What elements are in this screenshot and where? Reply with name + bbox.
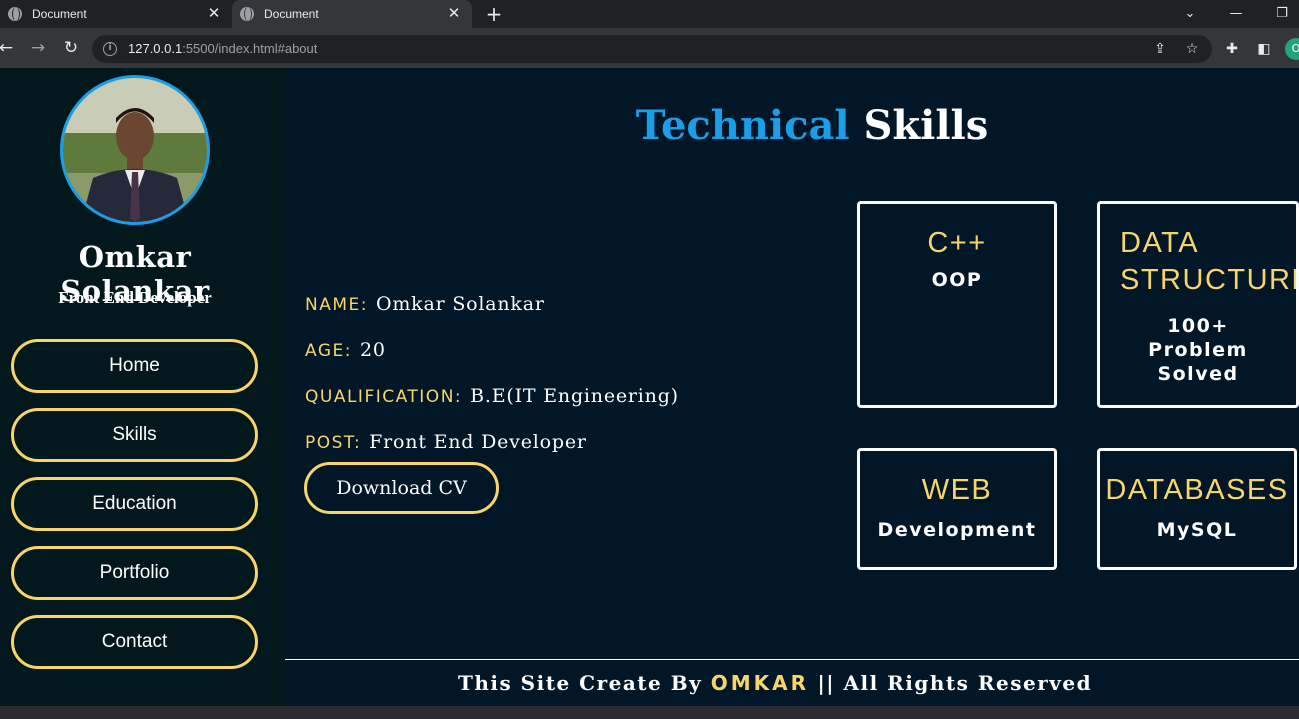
skill-subtitle: OOP — [931, 269, 983, 291]
back-icon[interactable]: ← — [0, 38, 16, 58]
section-heading: Technical Skills — [285, 102, 1299, 149]
heading-rest: Skills — [863, 102, 989, 149]
skill-subtitle: 100+ — [1167, 315, 1229, 337]
skill-title: STRUCTURES — [1120, 264, 1296, 296]
skill-title: C++ — [927, 227, 987, 259]
site-info-icon[interactable]: i — [103, 42, 117, 56]
bottom-bar — [0, 706, 1299, 719]
profile-role: Front End Developer — [58, 288, 212, 307]
tab-title: Document — [32, 7, 87, 21]
skill-title: DATA — [1120, 227, 1200, 259]
globe-icon — [8, 7, 22, 21]
nav-education-button[interactable]: Education — [11, 477, 258, 531]
info-row-qualification: QUALIFICATION: B.E(IT Engineering) — [305, 385, 679, 407]
new-tab-button[interactable]: + — [484, 4, 504, 24]
nav-skills-button[interactable]: Skills — [11, 408, 258, 462]
nav-portfolio-button[interactable]: Portfolio — [11, 546, 258, 600]
download-cv-button[interactable]: Download CV — [304, 462, 499, 514]
skill-title: WEB — [921, 474, 993, 506]
forward-icon[interactable]: → — [28, 38, 48, 58]
tab-title: Document — [264, 7, 319, 21]
skill-subtitle: Solved — [1157, 363, 1239, 385]
footer-divider — [285, 659, 1299, 660]
browser-tab-2[interactable]: Document ✕ — [232, 0, 472, 28]
skill-card-databases: DATABASES MySQL — [1097, 448, 1297, 570]
profile-photo — [60, 75, 210, 225]
footer-brand: OMKAR — [710, 671, 809, 695]
skill-card-web: WEB Development — [857, 448, 1057, 570]
skill-subtitle: MySQL — [1156, 519, 1238, 541]
nav-home-button[interactable]: Home — [11, 339, 258, 393]
tab-close-icon[interactable]: ✕ — [446, 6, 462, 22]
side-panel-icon[interactable]: ◧ — [1254, 39, 1274, 59]
reload-icon[interactable]: ↻ — [61, 38, 81, 58]
info-row-post: POST: Front End Developer — [305, 431, 587, 453]
share-icon[interactable]: ⇪ — [1150, 39, 1170, 59]
minimize-icon[interactable]: — — [1226, 4, 1246, 24]
heading-accent: Technical — [635, 102, 850, 149]
sidebar: Omkar Solankar Front End Developer Home … — [0, 68, 285, 706]
restore-icon[interactable]: ❐ — [1272, 4, 1292, 24]
footer-text: This Site Create By OMKAR || All Rights … — [457, 671, 1093, 695]
globe-icon — [240, 7, 254, 21]
skill-subtitle: Development — [877, 519, 1037, 541]
extensions-icon[interactable]: ✚ — [1222, 39, 1242, 59]
page: Omkar Solankar Front End Developer Home … — [0, 68, 1299, 706]
skill-subtitle: Problem — [1148, 339, 1248, 361]
browser-tab-1[interactable]: Document ✕ — [0, 0, 232, 28]
url-text[interactable]: 127.0.0.1:5500/index.html#about — [128, 41, 317, 56]
skill-title: DATABASES — [1105, 474, 1289, 506]
bookmark-star-icon[interactable]: ☆ — [1182, 39, 1202, 59]
skill-card-cpp: C++ OOP — [857, 201, 1057, 408]
info-row-name: NAME: Omkar Solankar — [305, 293, 545, 315]
skill-card-data-structures: DATA STRUCTURES 100+ Problem Solved — [1097, 201, 1299, 408]
tab-close-icon[interactable]: ✕ — [206, 6, 222, 22]
nav-contact-button[interactable]: Contact — [11, 615, 258, 669]
tab-search-icon[interactable]: ⌄ — [1180, 4, 1200, 24]
info-row-age: AGE: 20 — [305, 339, 386, 361]
browser-tab-bar: Document ✕ Document ✕ + ⌄ — ❐ — [0, 0, 1299, 28]
